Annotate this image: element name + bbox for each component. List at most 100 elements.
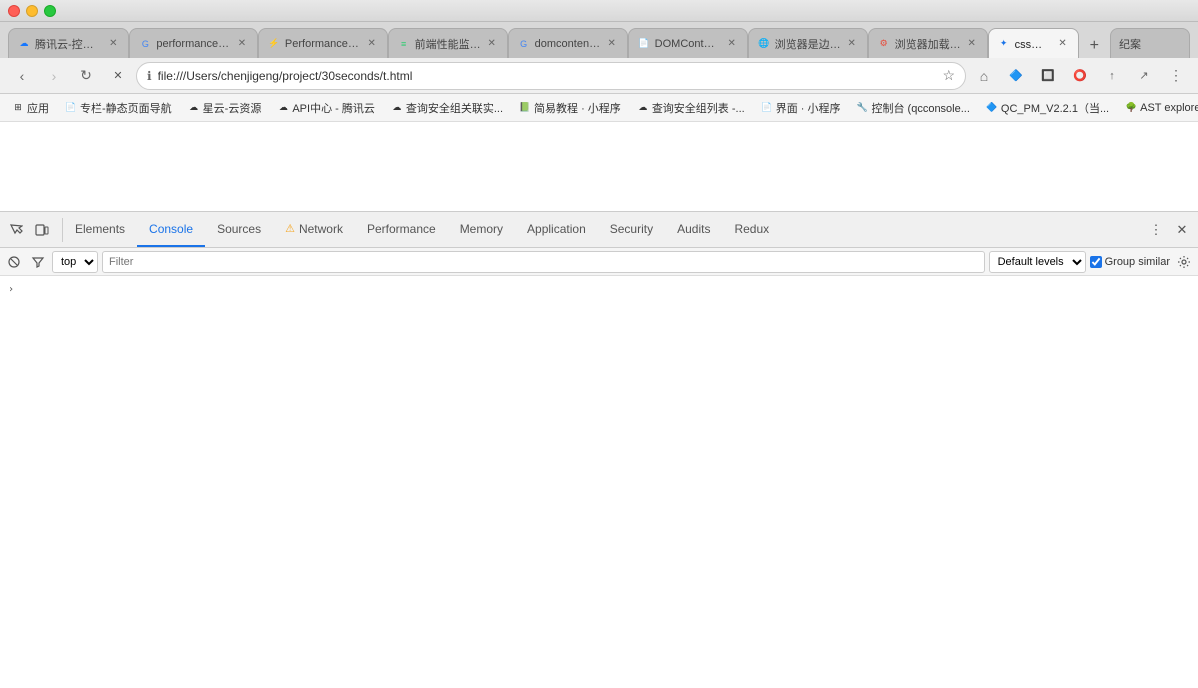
close-button[interactable] xyxy=(8,5,20,17)
tab-favicon-tencent: ☁ xyxy=(17,37,31,51)
devtools-tab-audits[interactable]: Audits xyxy=(665,212,722,247)
tab-close-domcontent2[interactable]: ✕ xyxy=(725,37,739,51)
devtools-tab-memory[interactable]: Memory xyxy=(448,212,515,247)
bookmark-label-cloud: 星云-云资源 xyxy=(203,100,262,116)
tab-close-browser1[interactable]: ✕ xyxy=(845,37,859,51)
tab-perf1[interactable]: G performance.t... ✕ xyxy=(129,28,258,58)
bookmark-secgroup[interactable]: ☁ 查询安全组关联实... xyxy=(387,98,507,118)
bookmark-miniapp[interactable]: 📄 界面 · 小程序 xyxy=(757,98,845,118)
tab-close-tencent[interactable]: ✕ xyxy=(106,37,120,51)
address-bar[interactable] xyxy=(158,69,937,83)
bookmark-favicon-seclist: ☁ xyxy=(637,102,649,114)
devtools-tab-security[interactable]: Security xyxy=(598,212,665,247)
context-select[interactable]: top xyxy=(52,251,98,273)
tab-monitor[interactable]: ≡ 前端性能监控... ✕ xyxy=(388,28,508,58)
bookmark-apps[interactable]: ⊞ 应用 xyxy=(8,98,53,118)
menu-button[interactable]: ⋮ xyxy=(1162,62,1190,90)
tab-close-perf2[interactable]: ✕ xyxy=(365,37,379,51)
console-clear-button[interactable] xyxy=(4,252,24,272)
tab-favicon-perf1: G xyxy=(138,37,152,51)
group-similar-checkbox[interactable] xyxy=(1090,256,1102,268)
browser-window: ☁ 腾讯云-控制台 ✕ G performance.t... ✕ ⚡ Perfo… xyxy=(0,0,1198,688)
console-prompt-arrow[interactable]: › xyxy=(8,284,14,295)
devtools-more-button[interactable]: ⋮ xyxy=(1144,218,1168,242)
tab-label-perf2: Performance.t... xyxy=(285,38,361,50)
tab-browser2[interactable]: ⚙ 浏览器加载、解... ✕ xyxy=(868,28,988,58)
bookmark-api[interactable]: ☁ API中心 - 腾讯云 xyxy=(273,98,379,118)
bookmark-label-secgroup: 查询安全组关联实... xyxy=(406,100,503,116)
bookmark-static[interactable]: 📄 专栏-静态页面导航 xyxy=(61,98,176,118)
bookmark-favicon-qcpm: 🔷 xyxy=(986,102,998,114)
ext1-button[interactable]: 🔷 xyxy=(1002,62,1030,90)
warning-icon: ⚠ xyxy=(285,222,295,235)
devtools-device-button[interactable] xyxy=(30,218,54,242)
devtools-tab-network[interactable]: ⚠ Network xyxy=(273,212,355,247)
devtools-tab-sources[interactable]: Sources xyxy=(205,212,273,247)
bookmark-ast[interactable]: 🌳 AST explorer xyxy=(1121,100,1198,116)
bookmark-label-seclist: 查询安全组列表 -... xyxy=(652,100,745,116)
console-content: › xyxy=(0,276,1198,688)
tab-domcontent1[interactable]: G domcontentloa... ✕ xyxy=(508,28,628,58)
address-bar-container[interactable]: ℹ ☆ xyxy=(136,62,966,90)
home-button[interactable]: ⌂ xyxy=(970,62,998,90)
tab-css[interactable]: ✦ css阻塞 ✕ xyxy=(988,28,1079,58)
bookmark-favicon-static: 📄 xyxy=(65,102,77,114)
tab-close-browser2[interactable]: ✕ xyxy=(965,37,979,51)
tab-browser1[interactable]: 🌐 浏览器是边解析... ✕ xyxy=(748,28,868,58)
minimize-button[interactable] xyxy=(26,5,38,17)
tab-domcontent2[interactable]: 📄 DOMContentL... ✕ xyxy=(628,28,748,58)
tab-close-perf1[interactable]: ✕ xyxy=(235,37,249,51)
bookmark-tutorial[interactable]: 📗 简易教程 · 小程序 xyxy=(515,98,625,118)
bookmark-label-static: 专栏-静态页面导航 xyxy=(80,100,172,116)
console-settings-button[interactable] xyxy=(1174,252,1194,272)
tab-perf2[interactable]: ⚡ Performance.t... ✕ xyxy=(258,28,388,58)
devtools-tabs: Elements Console Sources ⚠ Network Perfo… xyxy=(63,212,1136,247)
devtools-tab-performance[interactable]: Performance xyxy=(355,212,448,247)
bookmark-label-ast: AST explorer xyxy=(1140,102,1198,114)
forward-button[interactable]: › xyxy=(40,62,68,90)
ext4-button[interactable]: ↑ xyxy=(1098,62,1126,90)
tab-favicon-perf2: ⚡ xyxy=(267,37,281,51)
bookmark-seclist[interactable]: ☁ 查询安全组列表 -... xyxy=(633,98,749,118)
devtools-select-element-button[interactable] xyxy=(4,218,28,242)
tab-label-monitor: 前端性能监控... xyxy=(415,36,481,52)
window-controls xyxy=(8,5,56,17)
ext3-button[interactable]: ⭕ xyxy=(1066,62,1094,90)
bookmark-qcpm[interactable]: 🔷 QC_PM_V2.2.1（当... xyxy=(982,98,1113,118)
devtools-close-button[interactable]: ✕ xyxy=(1170,218,1194,242)
bookmark-qcconsole[interactable]: 🔧 控制台 (qcconsole... xyxy=(852,98,973,118)
main-area: Elements Console Sources ⚠ Network Perfo… xyxy=(0,122,1198,688)
reload-button[interactable]: ↻ xyxy=(72,62,100,90)
bookmark-label-qcconsole: 控制台 (qcconsole... xyxy=(871,100,969,116)
back-button[interactable]: ‹ xyxy=(8,62,36,90)
bookmark-favicon-miniapp: 📄 xyxy=(761,102,773,114)
tab-extra[interactable]: 纪案 xyxy=(1110,28,1190,58)
maximize-button[interactable] xyxy=(44,5,56,17)
tab-tencent[interactable]: ☁ 腾讯云-控制台 ✕ xyxy=(8,28,129,58)
tab-label-domcontent1: domcontentloa... xyxy=(535,38,601,50)
ext2-button[interactable]: 🔲 xyxy=(1034,62,1062,90)
tab-close-css[interactable]: ✕ xyxy=(1056,37,1070,51)
devtools-right-icons: ⋮ ✕ xyxy=(1136,218,1194,242)
title-bar xyxy=(0,0,1198,22)
ext5-button[interactable]: ↗ xyxy=(1130,62,1158,90)
devtools-tab-elements[interactable]: Elements xyxy=(63,212,137,247)
devtools-tab-application[interactable]: Application xyxy=(515,212,598,247)
stop-button[interactable]: ✕ xyxy=(104,62,132,90)
star-icon[interactable]: ☆ xyxy=(942,67,955,84)
tab-favicon-browser1: 🌐 xyxy=(757,37,771,51)
bookmark-cloud[interactable]: ☁ 星云-云资源 xyxy=(184,98,266,118)
levels-select[interactable]: Default levels xyxy=(989,251,1086,273)
tab-label-css: css阻塞 xyxy=(1015,36,1052,52)
new-tab-button[interactable]: + xyxy=(1083,34,1106,58)
devtools-left-icons xyxy=(4,218,63,242)
console-filter-button[interactable] xyxy=(28,252,48,272)
tab-close-domcontent1[interactable]: ✕ xyxy=(605,37,619,51)
devtools-tab-redux[interactable]: Redux xyxy=(722,212,781,247)
devtools-tab-console[interactable]: Console xyxy=(137,212,205,247)
filter-input[interactable] xyxy=(102,251,985,273)
tab-label-perf1: performance.t... xyxy=(156,38,231,50)
group-similar-label[interactable]: Group similar xyxy=(1090,256,1170,268)
tab-close-monitor[interactable]: ✕ xyxy=(485,37,499,51)
tab-favicon-browser2: ⚙ xyxy=(877,37,891,51)
